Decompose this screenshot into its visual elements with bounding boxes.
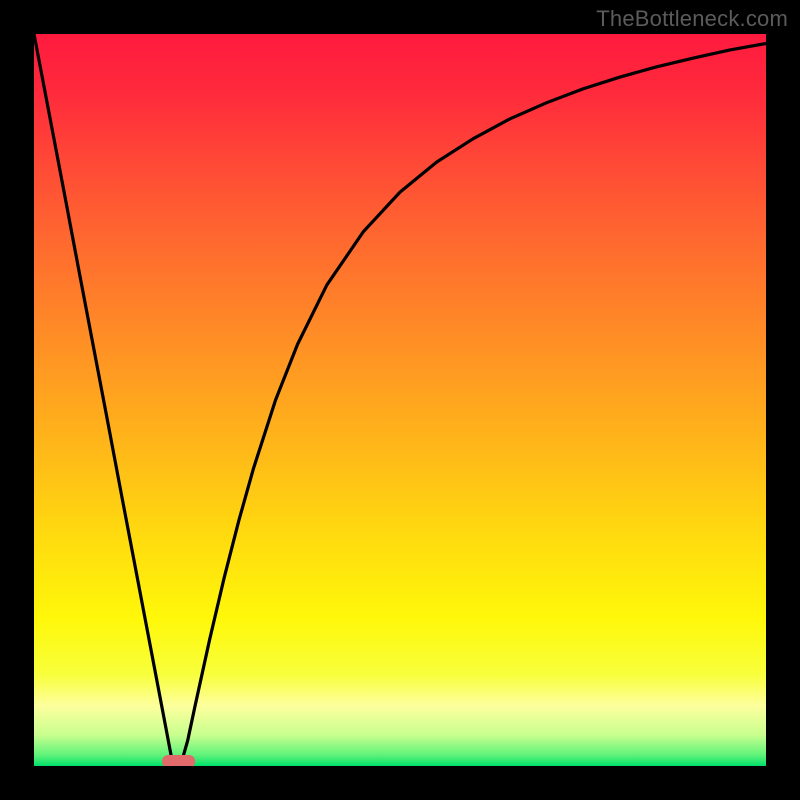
plot-area — [34, 34, 766, 766]
watermark-text: TheBottleneck.com — [596, 6, 788, 32]
optimal-marker — [162, 755, 195, 766]
gradient-background — [34, 34, 766, 766]
chart-frame: TheBottleneck.com — [0, 0, 800, 800]
chart-svg — [34, 34, 766, 766]
